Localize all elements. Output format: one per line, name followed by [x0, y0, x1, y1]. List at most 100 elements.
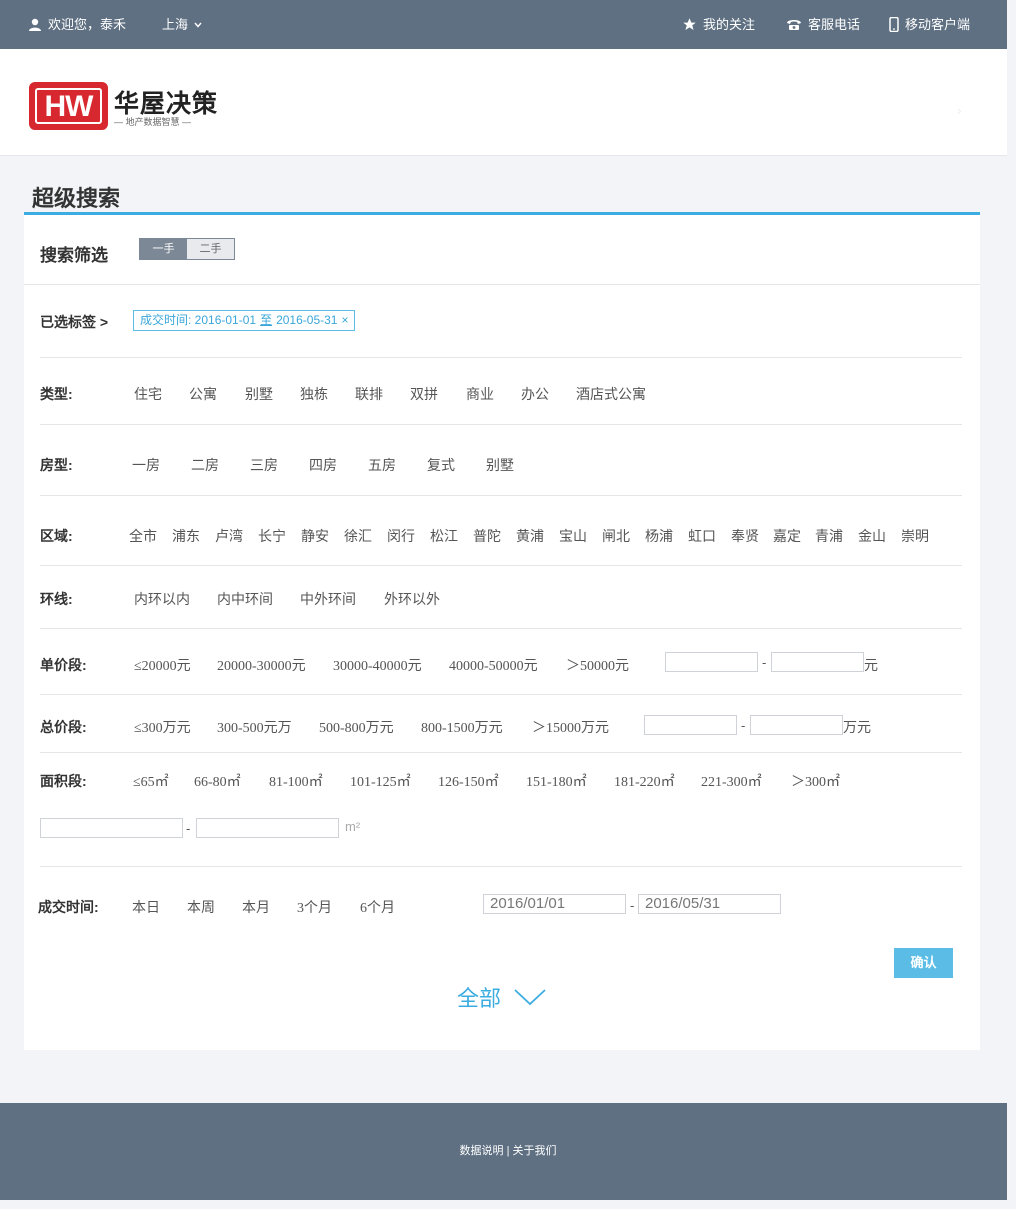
district-option[interactable]: 全市 — [129, 526, 157, 546]
phone-icon — [787, 20, 801, 30]
district-option[interactable]: 卢湾 — [215, 526, 243, 546]
total-price-min-input[interactable] — [644, 715, 737, 735]
area-option[interactable]: ≤65㎡ — [133, 771, 169, 791]
deal-time-end-input[interactable]: 2016/05/31 — [638, 894, 781, 914]
area-option[interactable]: 181-220㎡ — [614, 771, 675, 791]
district-label: 区域: — [40, 528, 73, 544]
total-price-option[interactable]: 800-1500万元 — [421, 717, 503, 737]
unit-price-option[interactable]: ≤20000元 — [134, 655, 191, 675]
room-option[interactable]: 五房 — [368, 455, 396, 475]
area-option[interactable]: ＞300㎡ — [791, 771, 840, 791]
chevron-down-icon — [194, 22, 202, 28]
district-option[interactable]: 金山 — [858, 526, 886, 546]
show-all-toggle[interactable]: 全部 — [457, 981, 547, 1013]
welcome-text: 欢迎您，泰禾 — [48, 17, 127, 32]
district-option[interactable]: 闵行 — [387, 526, 415, 546]
area-option[interactable]: 151-180㎡ — [526, 771, 587, 791]
my-follow-link[interactable]: 我的关注 — [682, 0, 755, 49]
district-option[interactable]: 青浦 — [815, 526, 843, 546]
area-option[interactable]: 126-150㎡ — [438, 771, 499, 791]
page-title: 超级搜索 — [32, 186, 121, 211]
mobile-client-link[interactable]: 移动客户端 — [889, 0, 970, 49]
district-option[interactable]: 杨浦 — [645, 526, 673, 546]
type-option[interactable]: 商业 — [466, 384, 494, 404]
chevron-right-icon: › — [957, 102, 962, 118]
type-option[interactable]: 双拼 — [410, 384, 438, 404]
deal-time-option[interactable]: 3个月 — [297, 897, 332, 917]
district-option[interactable]: 黄浦 — [516, 526, 544, 546]
ring-option[interactable]: 中外环间 — [300, 589, 356, 609]
type-option[interactable]: 办公 — [521, 384, 549, 404]
district-option[interactable]: 普陀 — [473, 526, 501, 546]
room-option[interactable]: 四房 — [309, 455, 337, 475]
area-option[interactable]: 81-100㎡ — [269, 771, 323, 791]
district-option[interactable]: 静安 — [301, 526, 329, 546]
area-option[interactable]: 101-125㎡ — [350, 771, 411, 791]
room-option[interactable]: 复式 — [427, 455, 455, 475]
district-option[interactable]: 宝山 — [559, 526, 587, 546]
ring-option[interactable]: 内环以内 — [134, 589, 190, 609]
mobile-icon — [889, 17, 899, 32]
deal-time-option[interactable]: 本周 — [187, 897, 215, 917]
tab-first-hand[interactable]: 一手 — [140, 239, 187, 259]
district-option[interactable]: 嘉定 — [773, 526, 801, 546]
selected-tag[interactable]: 成交时间: 2016-01-01 至 2016-05-31 × — [133, 310, 356, 331]
type-option[interactable]: 联排 — [355, 384, 383, 404]
unit-price-option[interactable]: 40000-50000元 — [449, 655, 538, 675]
district-option[interactable]: 松江 — [430, 526, 458, 546]
area-option[interactable]: 221-300㎡ — [701, 771, 762, 791]
footer-data-note-link[interactable]: 数据说明 — [460, 1145, 504, 1157]
total-price-max-input[interactable] — [750, 715, 843, 735]
room-option[interactable]: 一房 — [132, 455, 160, 475]
footer-divider: | — [506, 1145, 510, 1157]
area-max-input[interactable] — [196, 818, 339, 838]
unit-price-min-input[interactable] — [665, 652, 758, 672]
deal-time-option[interactable]: 6个月 — [360, 897, 395, 917]
show-all-label: 全部 — [457, 986, 502, 1011]
district-option[interactable]: 虹口 — [688, 526, 716, 546]
district-option[interactable]: 浦东 — [172, 526, 200, 546]
tab-second-hand[interactable]: 二手 — [187, 239, 234, 259]
type-option[interactable]: 独栋 — [300, 384, 328, 404]
unit-price-option[interactable]: ＞50000元 — [566, 655, 629, 675]
deal-time-start-input[interactable]: 2016/01/01 — [483, 894, 626, 914]
ring-option[interactable]: 外环以外 — [384, 589, 440, 609]
district-option[interactable]: 闸北 — [602, 526, 630, 546]
total-price-option[interactable]: ＞15000万元 — [532, 717, 609, 737]
total-price-option[interactable]: ≤300万元 — [134, 717, 191, 737]
district-option[interactable]: 长宁 — [258, 526, 286, 546]
area-unit: m² — [345, 819, 361, 834]
service-phone-link[interactable]: 客服电话 — [786, 0, 860, 49]
type-option[interactable]: 住宅 — [134, 384, 162, 404]
unit-price-max-input[interactable] — [771, 652, 864, 672]
city-selector[interactable]: 上海 — [162, 0, 202, 49]
type-option[interactable]: 别墅 — [245, 384, 273, 404]
ring-option[interactable]: 内中环间 — [217, 589, 273, 609]
room-option[interactable]: 别墅 — [486, 455, 514, 475]
confirm-button[interactable]: 确认 — [894, 948, 953, 978]
district-option[interactable]: 奉贤 — [731, 526, 759, 546]
logo[interactable]: HW — [29, 82, 108, 130]
room-option[interactable]: 三房 — [250, 455, 278, 475]
selected-tag-prefix: 成交时间: 2016-01-01 — [140, 313, 257, 327]
unit-price-option[interactable]: 20000-30000元 — [217, 655, 306, 675]
district-option[interactable]: 崇明 — [901, 526, 929, 546]
room-option[interactable]: 二房 — [191, 455, 219, 475]
total-price-option[interactable]: 500-800万元 — [319, 717, 394, 737]
total-price-option[interactable]: 300-500元万 — [217, 717, 292, 737]
type-option[interactable]: 酒店式公寓 — [576, 384, 646, 404]
type-option[interactable]: 公寓 — [189, 384, 217, 404]
deal-time-option[interactable]: 本日 — [132, 897, 160, 917]
close-icon[interactable]: × — [341, 311, 348, 330]
welcome-user[interactable]: 欢迎您，泰禾 — [28, 0, 126, 49]
area-option[interactable]: 66-80㎡ — [194, 771, 241, 791]
footer-about-us-link[interactable]: 关于我们 — [512, 1145, 556, 1157]
site-header: HW 华屋决策 — 地产数据智慧 — › — [0, 49, 1007, 156]
deal-time-option[interactable]: 本月 — [242, 897, 270, 917]
user-icon — [29, 18, 41, 31]
area-min-input[interactable] — [40, 818, 183, 838]
brand-slogan: — 地产数据智慧 — — [114, 117, 192, 127]
divider — [40, 694, 962, 695]
unit-price-option[interactable]: 30000-40000元 — [333, 655, 422, 675]
district-option[interactable]: 徐汇 — [344, 526, 372, 546]
